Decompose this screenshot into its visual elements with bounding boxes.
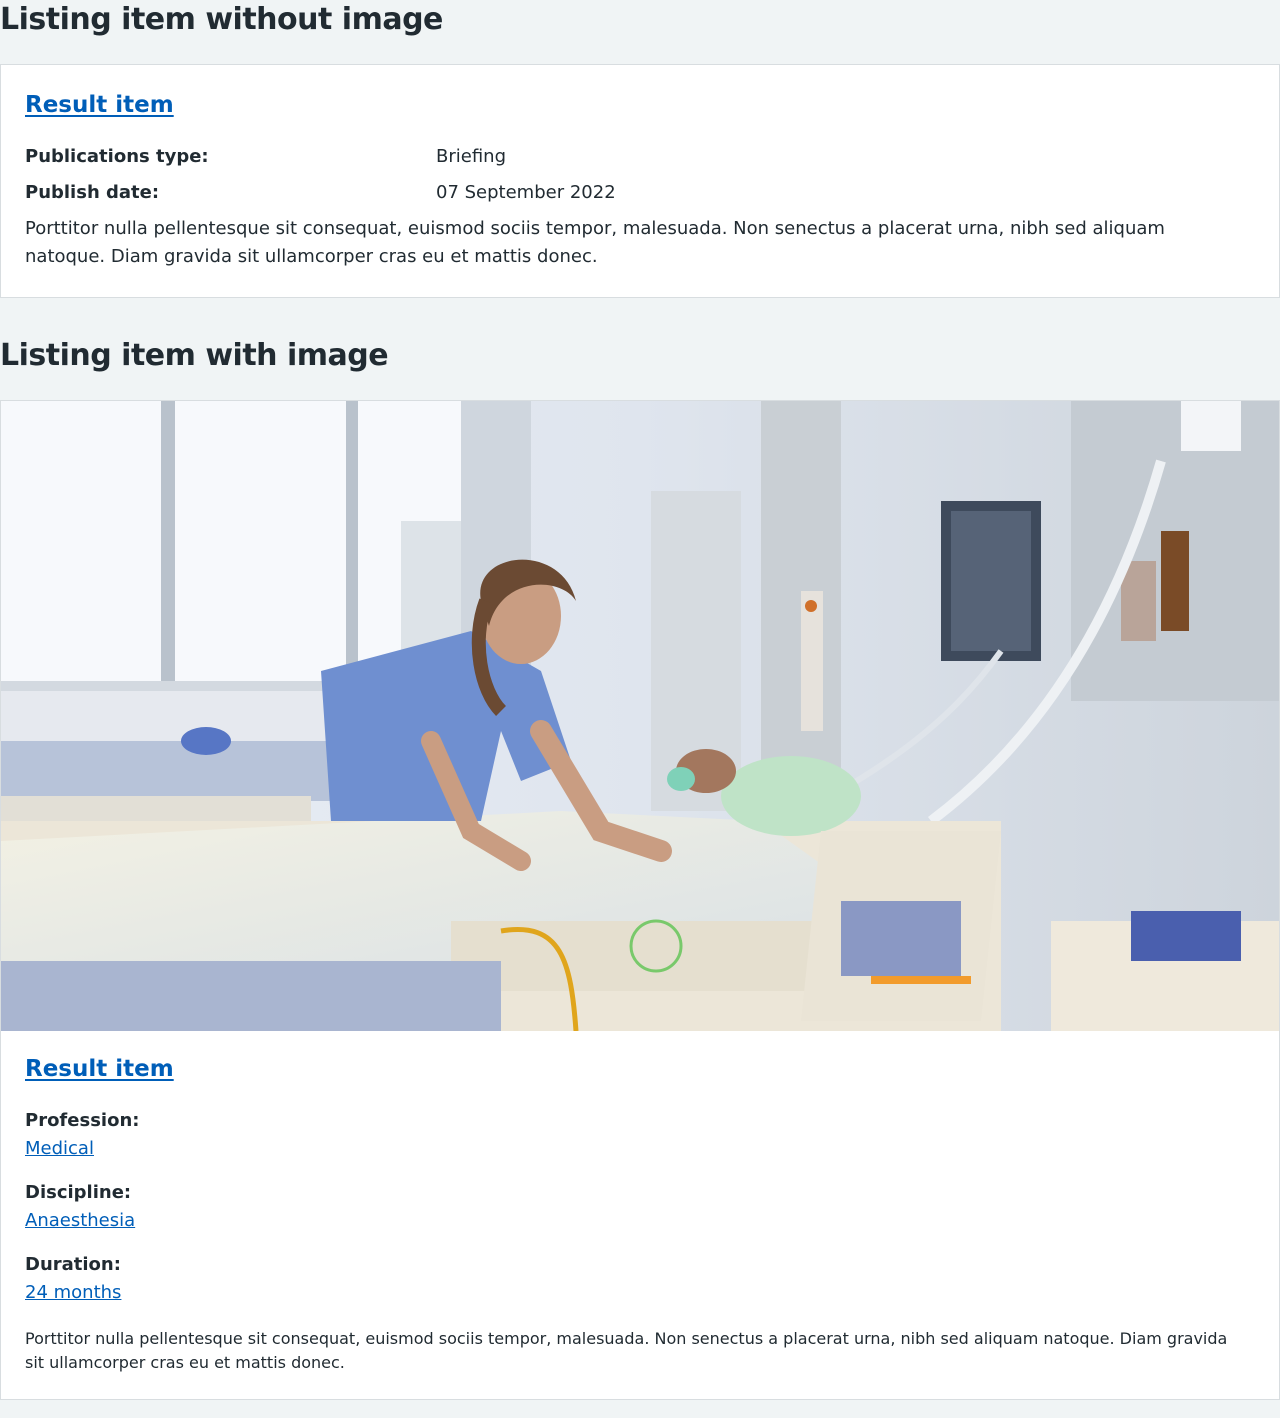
field-label: Duration: [25,1254,121,1275]
field-label: Discipline: [25,1182,132,1203]
discipline-link[interactable]: Anaesthesia [25,1207,135,1235]
meta-label: Publications type: [25,146,209,167]
field-label: Profession: [25,1110,140,1131]
hospital-ward-image [1,401,1279,1031]
meta-row-publish-date: Publish date: 07 September 2022 [25,179,1255,215]
result-item-link[interactable]: Result item [25,92,174,118]
profession-link[interactable]: Medical [25,1135,94,1163]
card-title: Result item [25,89,1255,121]
listing-image [1,401,1279,1031]
card-description: Porttitor nulla pellentesque sit consequ… [25,218,1165,267]
section-heading-with-image: Listing item with image [0,338,389,373]
meta-row-publications-type: Publications type: Briefing [25,143,1255,179]
meta-label: Publish date: [25,182,160,203]
field-discipline: Discipline: Anaesthesia [25,1179,1255,1235]
field-profession: Profession: Medical [25,1107,1255,1163]
result-item-link[interactable]: Result item [25,1056,174,1082]
card-description: Porttitor nulla pellentesque sit consequ… [25,1329,1228,1372]
meta-value: 07 September 2022 [436,182,616,203]
meta-value: Briefing [436,146,506,167]
listing-card-with-image: Result item Profession: Medical Discipli… [0,400,1280,1400]
listing-card-without-image: Result item Publications type: Briefing … [0,64,1280,298]
section-heading-without-image: Listing item without image [0,2,443,37]
duration-link[interactable]: 24 months [25,1279,121,1307]
card-title: Result item [25,1053,1255,1085]
field-duration: Duration: 24 months [25,1251,1255,1307]
